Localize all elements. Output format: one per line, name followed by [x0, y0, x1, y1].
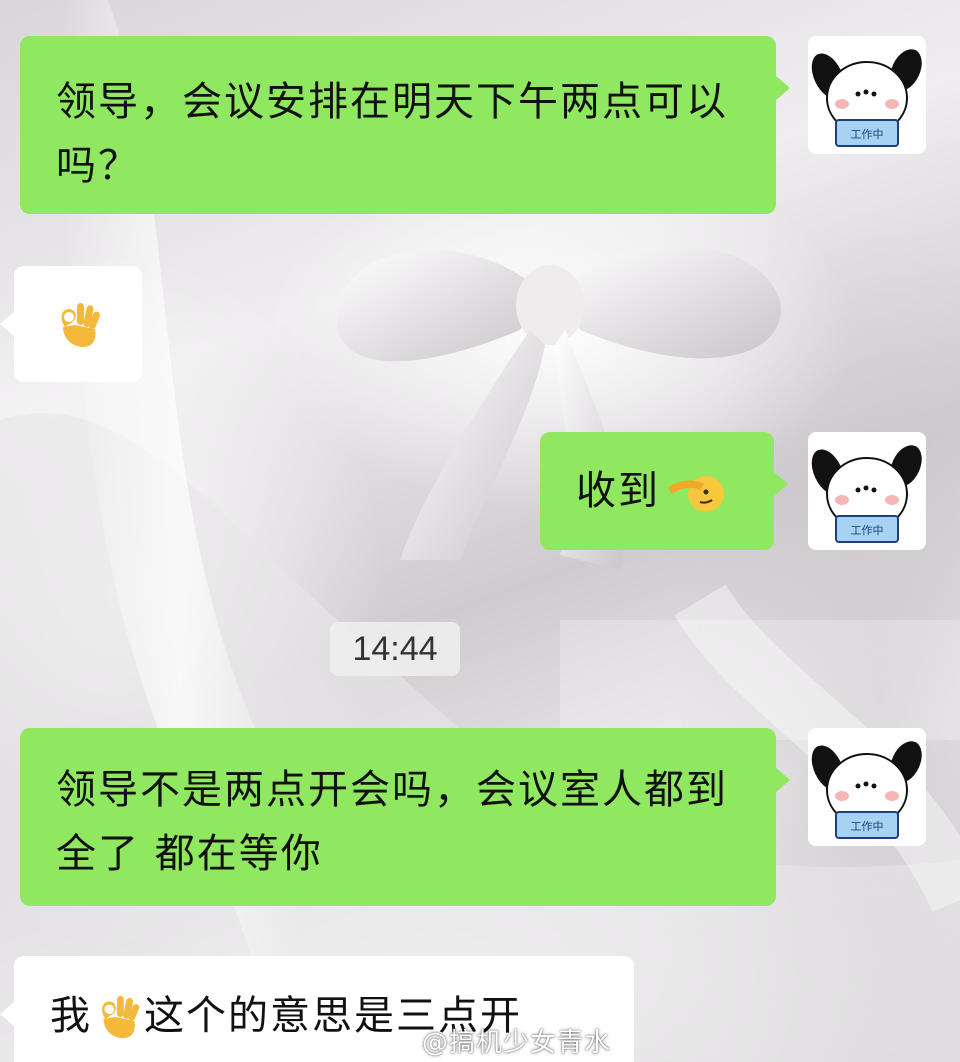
avatar-caption: 工作中: [851, 524, 884, 537]
sent-message-bubble[interactable]: 收到: [540, 432, 788, 550]
message-text-before: 我: [50, 993, 92, 1039]
sent-message-bubble[interactable]: 领导不是两点开会吗，会议室人都到全了 都在等你: [20, 728, 790, 906]
message-text: 领导不是两点开会吗，会议室人都到全了 都在等你: [56, 767, 728, 877]
weibo-icon: [388, 1030, 417, 1053]
pochacco-dog-avatar-icon: 工作中: [811, 49, 922, 147]
avatar[interactable]: 工作中: [808, 432, 926, 550]
avatar-caption: 工作中: [851, 820, 884, 833]
pochacco-dog-avatar-icon: 工作中: [811, 445, 922, 543]
saluting-face-icon: [668, 476, 724, 512]
avatar-caption: 工作中: [851, 128, 884, 141]
message-text: 领导，会议安排在明天下午两点可以吗？: [56, 79, 728, 189]
received-emoji-bubble[interactable]: [0, 266, 142, 382]
avatar[interactable]: 工作中: [808, 728, 926, 846]
sent-message-bubble[interactable]: 领导，会议安排在明天下午两点可以吗？: [20, 36, 790, 214]
avatar[interactable]: 工作中: [808, 36, 926, 154]
message-text: 收到: [576, 468, 660, 514]
ok-hand-icon: [61, 303, 101, 347]
timestamp: 14:44: [330, 622, 460, 676]
watermark-text: @搞机少女青水: [422, 1028, 612, 1058]
watermark: @搞机少女青水: [388, 1022, 611, 1059]
ok-hand-icon: [102, 995, 140, 1039]
chat-area[interactable]: 领导，会议安排在明天下午两点可以吗？ 工作中 收到 工作中 14:44 领导不是…: [0, 0, 960, 1062]
pochacco-dog-avatar-icon: 工作中: [811, 741, 922, 839]
